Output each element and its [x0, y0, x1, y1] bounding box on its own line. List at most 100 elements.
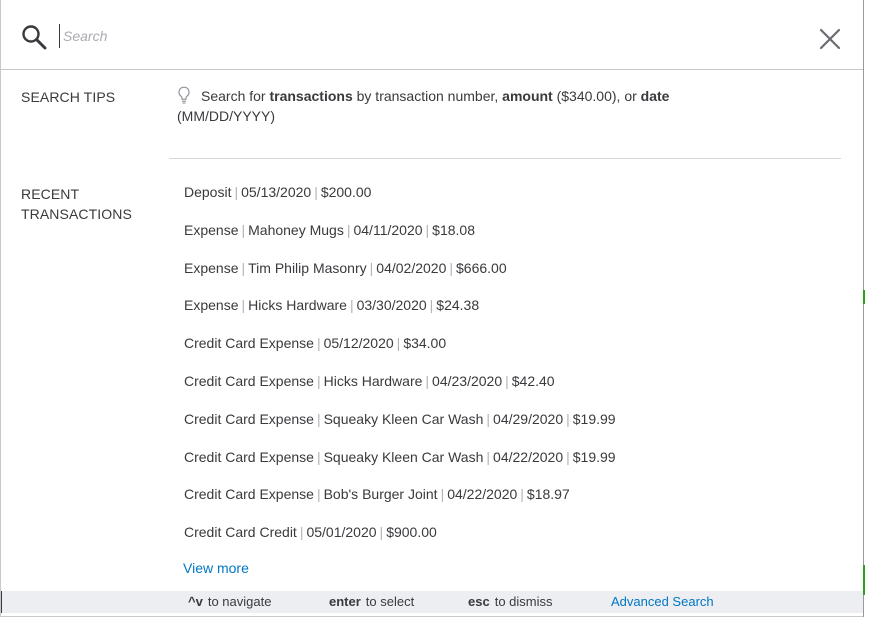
- transaction-field: $200.00: [320, 184, 372, 200]
- recent-transaction-item[interactable]: Credit Card Expense | Bob's Burger Joint | 0…: [184, 484, 616, 522]
- background-accent: [863, 290, 865, 304]
- recent-transaction-item[interactable]: Credit Card Credit | 05/01/2020 | $900.00: [184, 522, 616, 560]
- search-tips-text: Search for transactions by transaction n…: [177, 86, 777, 126]
- transaction-field: Credit Card Credit: [184, 524, 297, 541]
- transaction-field: 04/11/2020: [353, 221, 423, 238]
- separator: |: [369, 259, 374, 276]
- esc-key: esc: [468, 594, 490, 609]
- transaction-field: $19.99: [572, 410, 616, 427]
- transaction-field: Expense: [184, 221, 239, 238]
- recent-transaction-item[interactable]: Expense | Tim Philip Masonry | 04/02/2020 | $6…: [184, 258, 616, 296]
- separator: |: [316, 335, 321, 352]
- transaction-field: Mahoney Mugs: [248, 221, 344, 238]
- separator: |: [566, 448, 570, 465]
- transaction-field: Credit Card Expense: [184, 372, 314, 389]
- recent-transaction-item[interactable]: Credit Card Expense | Squeaky Kleen Car Wa…: [184, 447, 616, 485]
- separator: |: [241, 221, 246, 238]
- separator: |: [234, 184, 239, 200]
- view-more-link[interactable]: View more: [183, 560, 249, 576]
- recent-transaction-item[interactable]: Credit Card Expense | Squeaky Kleen Car Wa…: [184, 409, 616, 447]
- navigate-hint: ^v to navigate: [188, 591, 271, 613]
- transaction-field: Deposit: [184, 184, 232, 200]
- transaction-field: Credit Card Expense: [184, 448, 314, 465]
- separator: |: [316, 372, 321, 389]
- transaction-field: Squeaky Kleen Car Wash: [323, 410, 484, 427]
- separator: |: [314, 184, 318, 200]
- separator: |: [349, 297, 354, 314]
- separator: |: [486, 410, 491, 427]
- separator: |: [396, 335, 401, 352]
- transaction-field: Squeaky Kleen Car Wash: [323, 448, 484, 465]
- close-icon[interactable]: [817, 26, 843, 52]
- lightbulb-icon: [178, 86, 190, 104]
- recent-transaction-item[interactable]: Expense | Hicks Hardware | 03/30/2020 | $24.38: [184, 295, 616, 333]
- separator: |: [346, 221, 351, 238]
- recent-transaction-item[interactable]: Credit Card Expense | Hicks Hardware | 04/23…: [184, 371, 616, 409]
- transaction-field: $34.00: [403, 335, 447, 352]
- transaction-field: Credit Card Expense: [184, 335, 314, 352]
- separator: |: [425, 221, 430, 238]
- tips-bold-amount: amount: [502, 88, 553, 104]
- search-input[interactable]: [59, 24, 759, 48]
- tips-bold-date: date: [640, 88, 670, 104]
- enter-key: enter: [329, 594, 361, 609]
- separator: |: [316, 448, 321, 465]
- tips-text-3: ($340.00), or: [552, 88, 641, 104]
- advanced-search-link[interactable]: Advanced Search: [611, 591, 714, 613]
- transaction-field: $666.00: [456, 259, 507, 276]
- search-panel: SEARCH TIPS Search for transactions by t…: [0, 0, 864, 617]
- transaction-field: 05/12/2020: [323, 335, 394, 352]
- transaction-field: 03/30/2020: [356, 297, 427, 314]
- transaction-field: $900.00: [386, 524, 437, 541]
- transaction-field: Bob's Burger Joint: [323, 486, 438, 503]
- transaction-field: 04/23/2020: [432, 372, 503, 389]
- transaction-field: Tim Philip Masonry: [248, 259, 367, 276]
- separator: |: [449, 259, 453, 276]
- search-tips-heading: SEARCH TIPS: [21, 89, 116, 105]
- separator: |: [379, 524, 384, 541]
- dismiss-hint-text: to dismiss: [494, 594, 553, 609]
- recent-transaction-item[interactable]: Credit Card Expense | 05/12/2020 | $34.00: [184, 333, 616, 371]
- separator: |: [299, 524, 304, 541]
- transaction-field: 04/22/2020: [447, 486, 518, 503]
- transaction-field: $19.99: [572, 448, 616, 465]
- window-edge-line: [863, 0, 864, 617]
- separator: |: [316, 410, 321, 427]
- navigate-hint-text: to navigate: [207, 594, 272, 609]
- tips-text-4: (MM/DD/YYYY): [177, 108, 275, 124]
- separator: |: [241, 297, 246, 314]
- recent-transactions-list: Deposit | 05/13/2020 | $200.00 Expense | Mahone…: [184, 182, 616, 560]
- transaction-field: Credit Card Expense: [184, 410, 314, 427]
- recent-transaction-item[interactable]: Deposit | 05/13/2020 | $200.00: [184, 182, 616, 220]
- transaction-field: $24.38: [436, 297, 480, 314]
- transaction-field: Expense: [184, 259, 239, 276]
- dismiss-hint: esc to dismiss: [468, 591, 553, 613]
- transaction-field: 05/01/2020: [306, 524, 377, 541]
- tips-text-1: Search for: [201, 88, 270, 104]
- select-hint: enter to select: [329, 591, 414, 613]
- transaction-field: Credit Card Expense: [184, 486, 314, 503]
- transaction-field: $18.97: [526, 486, 570, 503]
- recent-transactions-heading: RECENT TRANSACTIONS: [21, 186, 132, 222]
- search-icon: [22, 25, 47, 50]
- separator: |: [505, 372, 509, 389]
- separator: |: [566, 410, 570, 427]
- background-accent: [863, 565, 865, 595]
- tips-text-2: by transaction number,: [352, 88, 503, 104]
- tips-bold-transactions: transactions: [269, 88, 353, 104]
- separator: |: [520, 486, 524, 503]
- transaction-field: Hicks Hardware: [323, 372, 423, 389]
- section-divider: [169, 158, 841, 159]
- separator: |: [486, 448, 491, 465]
- transaction-field: Expense: [184, 297, 239, 314]
- transaction-field: $18.08: [432, 221, 475, 238]
- search-bar: [1, 0, 864, 70]
- separator: |: [425, 372, 430, 389]
- separator: |: [316, 486, 321, 503]
- transaction-field: 05/13/2020: [241, 184, 312, 200]
- transaction-field: Hicks Hardware: [248, 297, 347, 314]
- separator: |: [241, 259, 246, 276]
- recent-transaction-item[interactable]: Expense | Mahoney Mugs | 04/11/2020 | $18.08: [184, 220, 616, 258]
- window-edge: [863, 0, 872, 617]
- transaction-field: $42.40: [511, 372, 555, 389]
